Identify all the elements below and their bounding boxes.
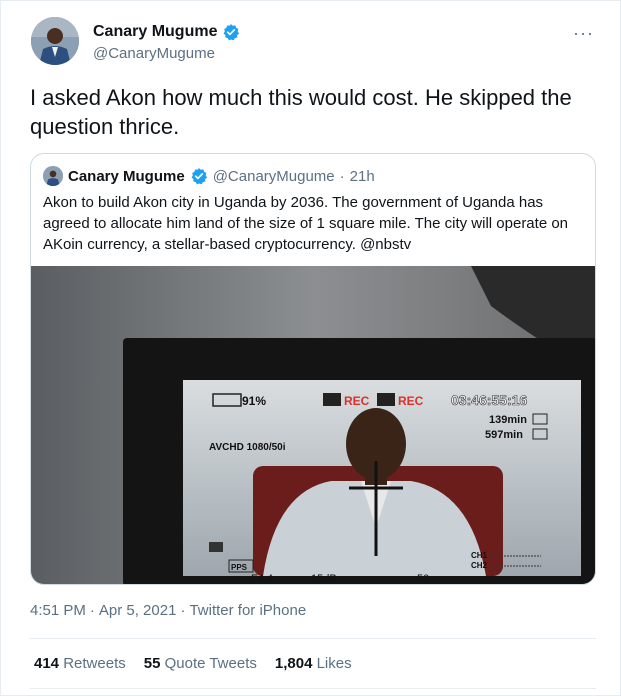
hud-min-1: 139min — [489, 414, 527, 426]
verified-badge-icon — [191, 168, 207, 185]
hud-pps: PPS — [231, 563, 248, 572]
more-options-icon[interactable]: ··· — [573, 23, 594, 44]
tweet-date[interactable]: Apr 5, 2021 — [99, 602, 177, 619]
quoted-display-name[interactable]: Canary Mugume — [68, 168, 185, 185]
tweet-text: I asked Akon how much this would cost. H… — [30, 85, 572, 139]
quote-tweets-stat[interactable]: 55 Quote Tweets — [144, 655, 257, 672]
quote-tweets-label: Quote Tweets — [164, 655, 257, 672]
divider — [30, 688, 596, 689]
retweets-stat[interactable]: 414 Retweets — [34, 655, 126, 672]
quoted-tweet-header: Canary Mugume @CanaryMugume · 21h — [43, 166, 375, 186]
author-display-name[interactable]: Canary Mugume — [93, 23, 217, 41]
retweets-label: Retweets — [63, 655, 126, 672]
quoted-handle[interactable]: @CanaryMugume — [213, 168, 335, 185]
likes-count: 1,804 — [274, 655, 313, 672]
quoted-time[interactable]: 21h — [350, 168, 375, 185]
author-handle[interactable]: @CanaryMugume — [93, 45, 215, 62]
dot-separator: · — [339, 167, 345, 185]
hud-min-2: 597min — [485, 429, 523, 441]
quoted-media-image[interactable]: 91% REC REC 03:46:55:16 139min 597min AV… — [31, 266, 595, 585]
hud-rec-1: REC — [344, 394, 370, 408]
hud-rec-2: REC — [398, 394, 424, 408]
author-name-row[interactable]: Canary Mugume — [93, 23, 240, 41]
quoted-tweet-text: Akon to build Akon city in Uganda by 203… — [43, 194, 569, 253]
hud-gain: 15dB — [311, 573, 337, 585]
hud-battery: 91% — [242, 394, 266, 408]
likes-stat[interactable]: 1,804 Likes — [275, 655, 352, 672]
verified-badge-icon — [224, 24, 240, 41]
hud-ch2: CH2 — [471, 561, 488, 570]
likes-label: Likes — [316, 655, 352, 672]
quote-tweets-count: 55 — [143, 655, 161, 672]
tweet-source[interactable]: Twitter for iPhone — [189, 602, 306, 619]
tweet-time[interactable]: 4:51 PM — [30, 602, 86, 619]
avatar[interactable] — [31, 17, 79, 65]
hud-timecode: 03:46:55:16 — [451, 392, 527, 408]
hud-ch1: CH1 — [471, 551, 488, 560]
tweet-card: Canary Mugume @CanaryMugume ··· I asked … — [0, 0, 621, 696]
hud-shutter: 50 — [417, 573, 429, 585]
tweet-stats: 414 Retweets 55 Quote Tweets 1,804 Likes — [34, 655, 352, 672]
hud-fstop: F4.4 — [251, 573, 273, 585]
quoted-avatar[interactable] — [43, 166, 63, 186]
tweet-meta: 4:51 PM · Apr 5, 2021 · Twitter for iPhone — [30, 602, 307, 619]
hud-format: AVCHD 1080/50i — [209, 442, 286, 453]
divider — [30, 638, 596, 639]
quoted-tweet[interactable]: Canary Mugume @CanaryMugume · 21h Akon t… — [30, 153, 596, 585]
retweets-count: 414 — [34, 655, 60, 672]
